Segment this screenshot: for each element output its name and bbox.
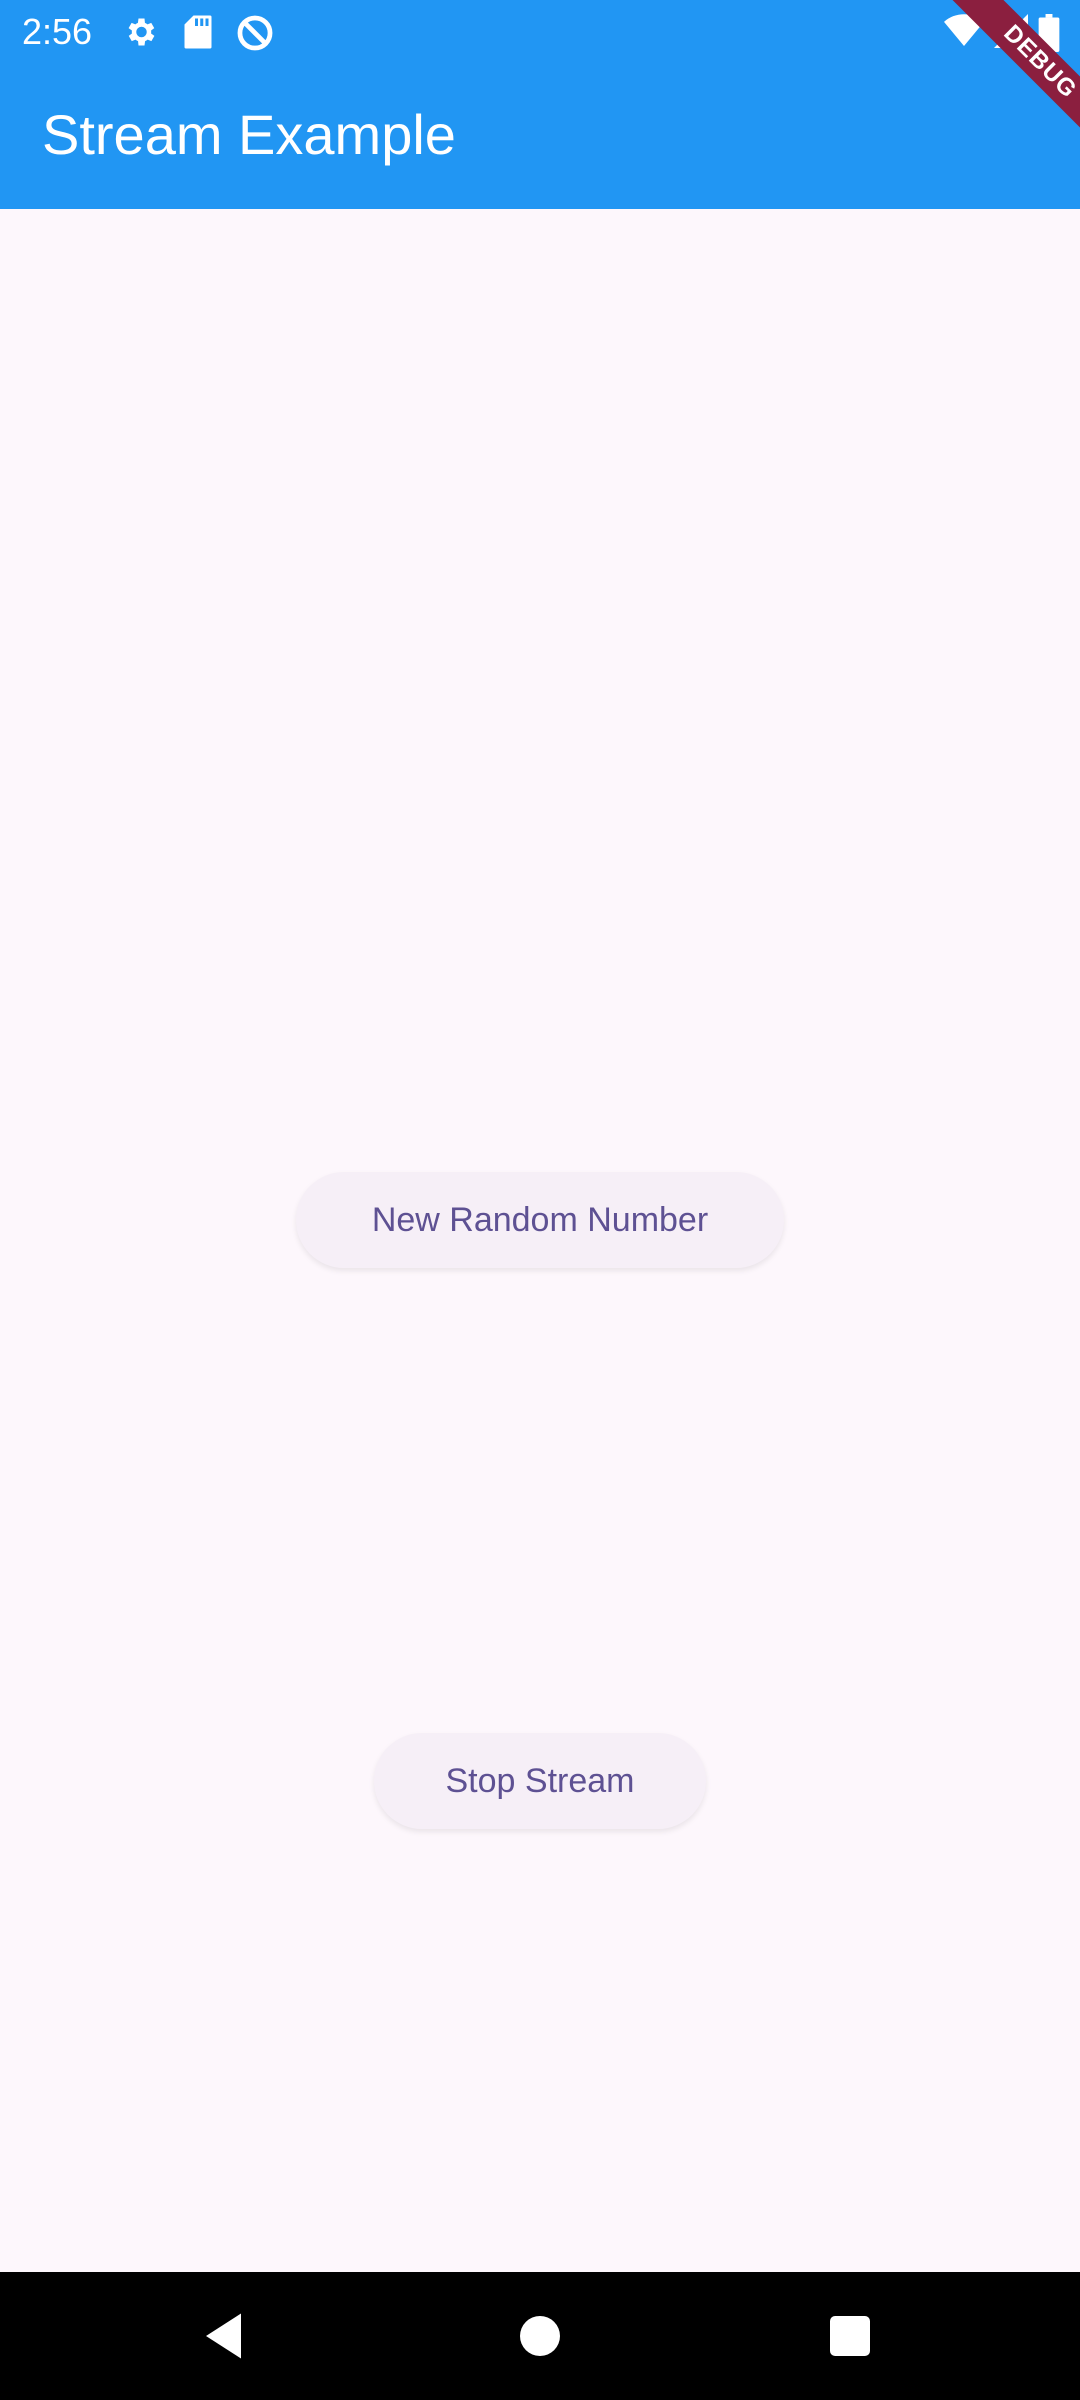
status-bar: 2:56 — [0, 0, 1080, 64]
status-time: 2:56 — [22, 11, 93, 52]
gear-icon — [122, 14, 158, 55]
home-icon[interactable] — [510, 2306, 570, 2366]
navigation-bar — [0, 2272, 1080, 2400]
sd-card-icon — [182, 14, 214, 55]
app-title: Stream Example — [42, 103, 456, 166]
main-content: New Random Number Stop Stream — [0, 209, 1080, 2272]
app-bar: 2:56 Stream Example DEBUG — [0, 0, 1080, 209]
new-random-number-button[interactable]: New Random Number — [296, 1172, 784, 1268]
stop-stream-button[interactable]: Stop Stream — [374, 1733, 706, 1829]
back-icon[interactable] — [196, 2306, 256, 2366]
do-not-disturb-icon — [236, 14, 274, 57]
recents-icon[interactable] — [820, 2306, 880, 2366]
